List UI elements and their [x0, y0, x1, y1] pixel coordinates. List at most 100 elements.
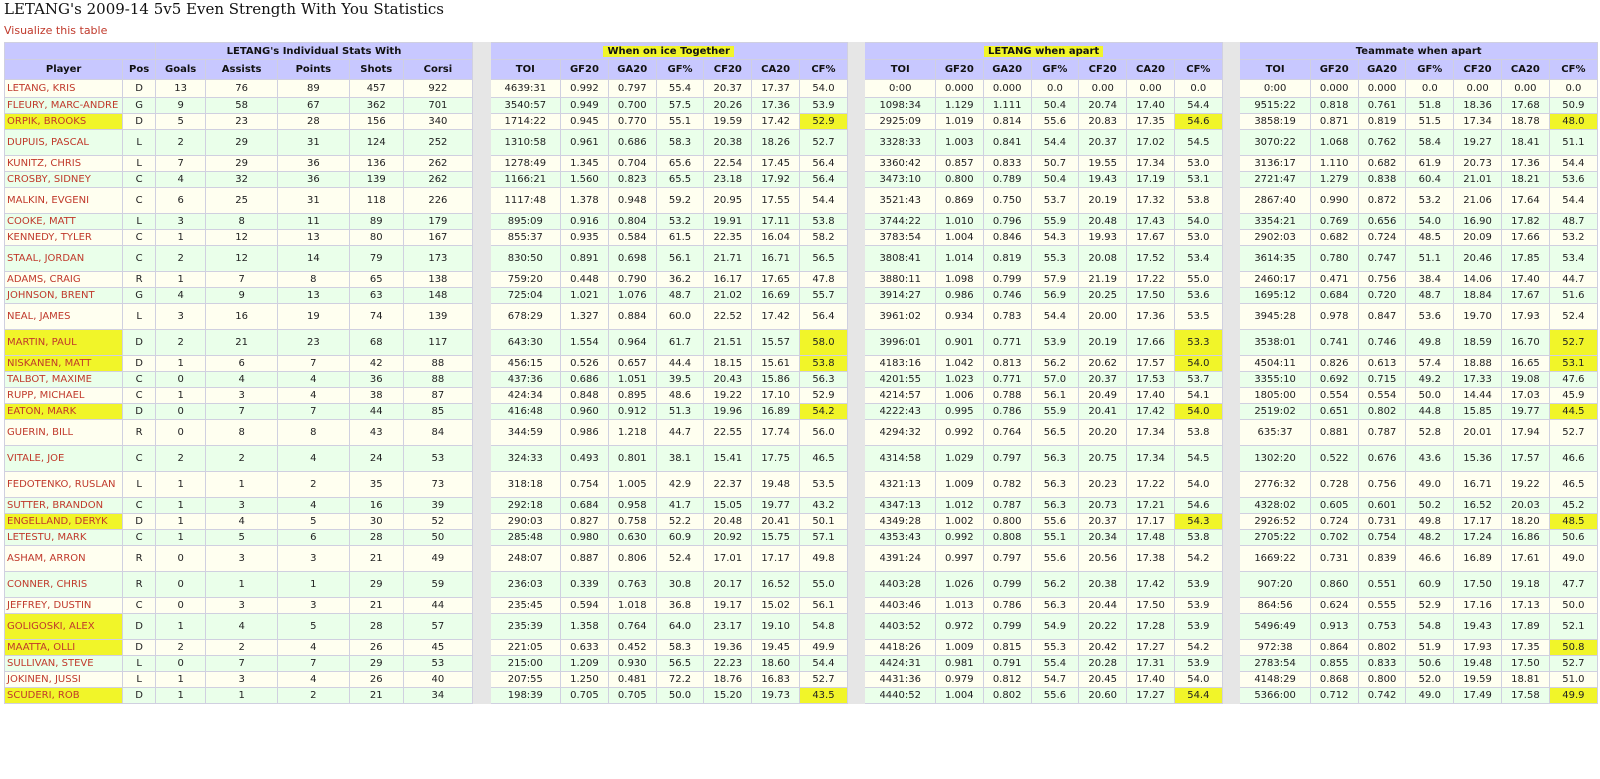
- cell-teammate-apart-cf-pct: 53.2: [1548, 229, 1599, 246]
- player-name-link[interactable]: SULLIVAN, STEVE: [3, 655, 124, 672]
- column-header-teammate-apart-gf-pct[interactable]: GF%: [1405, 59, 1455, 80]
- player-name-link[interactable]: COOKE, MATT: [3, 213, 124, 230]
- player-name-link[interactable]: GUERIN, BILL: [3, 419, 124, 446]
- column-header-teammate-apart-cf20[interactable]: CF20: [1453, 59, 1502, 80]
- cell-pos: D: [122, 687, 156, 704]
- cell-together-gf-pct: 58.3: [655, 129, 705, 156]
- cell-teammate-apart-ga20: 0.601: [1357, 497, 1407, 514]
- column-header-letang-apart-gf-pct[interactable]: GF%: [1030, 59, 1080, 80]
- cell-letang-apart-gf-pct: 55.6: [1030, 545, 1080, 572]
- cell-goals: 2: [154, 445, 207, 472]
- column-header-teammate-apart-cf-pct[interactable]: CF%: [1548, 59, 1599, 80]
- player-name-link[interactable]: SCUDERI, ROB: [3, 687, 124, 704]
- player-name-link[interactable]: JOKINEN, JUSSI: [3, 671, 124, 688]
- cell-letang-apart-toi: 2925:09: [864, 113, 936, 130]
- player-name-link[interactable]: NISKANEN, MATT: [3, 355, 124, 372]
- cell-teammate-apart-gf-pct: 48.5: [1405, 229, 1455, 246]
- player-name-link[interactable]: JEFFREY, DUSTIN: [3, 597, 124, 614]
- player-name-link[interactable]: VITALE, JOE: [3, 445, 124, 472]
- column-header-together-gf-pct[interactable]: GF%: [655, 59, 705, 80]
- cell-teammate-apart-gf-pct: 52.8: [1405, 419, 1455, 446]
- column-header-teammate-apart-gf20[interactable]: GF20: [1309, 59, 1359, 80]
- player-name-link[interactable]: CROSBY, SIDNEY: [3, 171, 124, 188]
- player-name-link[interactable]: ENGELLAND, DERYK: [3, 513, 124, 530]
- column-header-teammate-apart-ga20[interactable]: GA20: [1357, 59, 1407, 80]
- player-name-link[interactable]: FEDOTENKO, RUSLAN: [3, 471, 124, 498]
- player-name-link[interactable]: ASHAM, ARRON: [3, 545, 124, 572]
- cell-teammate-apart-ga20: 0.724: [1357, 229, 1407, 246]
- player-name-link[interactable]: GOLIGOSKI, ALEX: [3, 613, 124, 640]
- column-header-together-ga20[interactable]: GA20: [607, 59, 657, 80]
- column-header-points[interactable]: Points: [276, 59, 350, 80]
- column-header-pos[interactable]: Pos: [122, 59, 156, 80]
- player-name-link[interactable]: SUTTER, BRANDON: [3, 497, 124, 514]
- column-header-corsi[interactable]: Corsi: [402, 59, 473, 80]
- cell-pos: R: [122, 419, 156, 446]
- player-name-link[interactable]: STAAL, JORDAN: [3, 245, 124, 272]
- player-name-link[interactable]: NEAL, JAMES: [3, 303, 124, 330]
- column-header-together-gf20[interactable]: GF20: [560, 59, 609, 80]
- cell-letang-apart-toi: 4214:57: [864, 387, 936, 404]
- cell-together-cf20: 21.51: [703, 329, 753, 356]
- player-name-link[interactable]: LETESTU, MARK: [3, 529, 124, 546]
- column-header-together-cf20[interactable]: CF20: [703, 59, 753, 80]
- cell-together-toi: 424:34: [489, 387, 562, 404]
- player-name-link[interactable]: RUPP, MICHAEL: [3, 387, 124, 404]
- column-header-assists[interactable]: Assists: [205, 59, 278, 80]
- cell-shots: 74: [348, 303, 404, 330]
- group-header: Teammate when apart: [1239, 42, 1598, 60]
- section-gap: [471, 513, 491, 530]
- section-gap: [1221, 329, 1241, 356]
- cell-shots: 118: [348, 187, 404, 214]
- column-header-letang-apart-cf-pct[interactable]: CF%: [1173, 59, 1223, 80]
- player-name-link[interactable]: MALKIN, EVGENI: [3, 187, 124, 214]
- cell-teammate-apart-cf-pct: 0.0: [1548, 79, 1599, 98]
- cell-together-toi: 725:04: [489, 287, 562, 304]
- cell-teammate-apart-gf-pct: 51.9: [1405, 639, 1455, 656]
- column-header-goals[interactable]: Goals: [154, 59, 207, 80]
- player-name-link[interactable]: JOHNSON, BRENT: [3, 287, 124, 304]
- cell-letang-apart-gf20: 1.009: [934, 639, 984, 656]
- cell-letang-apart-ga20: 0.000: [982, 79, 1032, 98]
- table-row: ENGELLAND, DERYK D 1 4 5 30 52 290:03 0.827 0.758…: [3, 513, 1599, 530]
- player-name-link[interactable]: EATON, MARK: [3, 403, 124, 420]
- player-name-link[interactable]: MARTIN, PAUL: [3, 329, 124, 356]
- player-name-link[interactable]: KUNITZ, CHRIS: [3, 155, 124, 172]
- cell-letang-apart-ca20: 0.00: [1126, 79, 1175, 98]
- section-gap: [1221, 613, 1241, 640]
- cell-letang-apart-toi: 4391:24: [864, 545, 936, 572]
- cell-teammate-apart-gf20: 1.110: [1309, 155, 1359, 172]
- column-header-teammate-apart-ca20[interactable]: CA20: [1501, 59, 1550, 80]
- column-header-shots[interactable]: Shots: [348, 59, 404, 80]
- cell-corsi: 138: [402, 271, 473, 288]
- column-header-player[interactable]: Player: [3, 59, 124, 80]
- column-header-together-ca20[interactable]: CA20: [751, 59, 801, 80]
- column-header-letang-apart-ga20[interactable]: GA20: [982, 59, 1032, 80]
- column-header-letang-apart-ca20[interactable]: CA20: [1126, 59, 1175, 80]
- player-name-link[interactable]: FLEURY, MARC-ANDRE: [3, 97, 124, 114]
- cell-letang-apart-ca20: 17.66: [1126, 329, 1175, 356]
- column-header-letang-apart-toi[interactable]: TOI: [864, 59, 936, 80]
- player-name-link[interactable]: KENNEDY, TYLER: [3, 229, 124, 246]
- player-name-link[interactable]: LETANG, KRIS: [3, 79, 124, 98]
- player-name-link[interactable]: MAATTA, OLLI: [3, 639, 124, 656]
- cell-teammate-apart-ga20: 0.551: [1357, 571, 1407, 598]
- cell-shots: 24: [348, 445, 404, 472]
- column-header-together-cf-pct[interactable]: CF%: [799, 59, 848, 80]
- cell-letang-apart-cf-pct: 53.8: [1173, 529, 1223, 546]
- player-name-link[interactable]: ORPIK, BROOKS: [3, 113, 124, 130]
- player-name-link[interactable]: CONNER, CHRIS: [3, 571, 124, 598]
- cell-assists: 5: [205, 529, 278, 546]
- column-header-letang-apart-cf20[interactable]: CF20: [1078, 59, 1128, 80]
- column-header-letang-apart-gf20[interactable]: GF20: [934, 59, 984, 80]
- column-header-together-toi[interactable]: TOI: [489, 59, 562, 80]
- cell-teammate-apart-toi: 3614:35: [1239, 245, 1311, 272]
- cell-letang-apart-toi: 4314:58: [864, 445, 936, 472]
- column-header-teammate-apart-toi[interactable]: TOI: [1239, 59, 1311, 80]
- cell-together-cf20: 15.41: [703, 445, 753, 472]
- cell-teammate-apart-gf20: 0.741: [1309, 329, 1359, 356]
- player-name-link[interactable]: DUPUIS, PASCAL: [3, 129, 124, 156]
- player-name-link[interactable]: TALBOT, MAXIME: [3, 371, 124, 388]
- visualize-table-link[interactable]: Visualize this table: [4, 24, 107, 37]
- player-name-link[interactable]: ADAMS, CRAIG: [3, 271, 124, 288]
